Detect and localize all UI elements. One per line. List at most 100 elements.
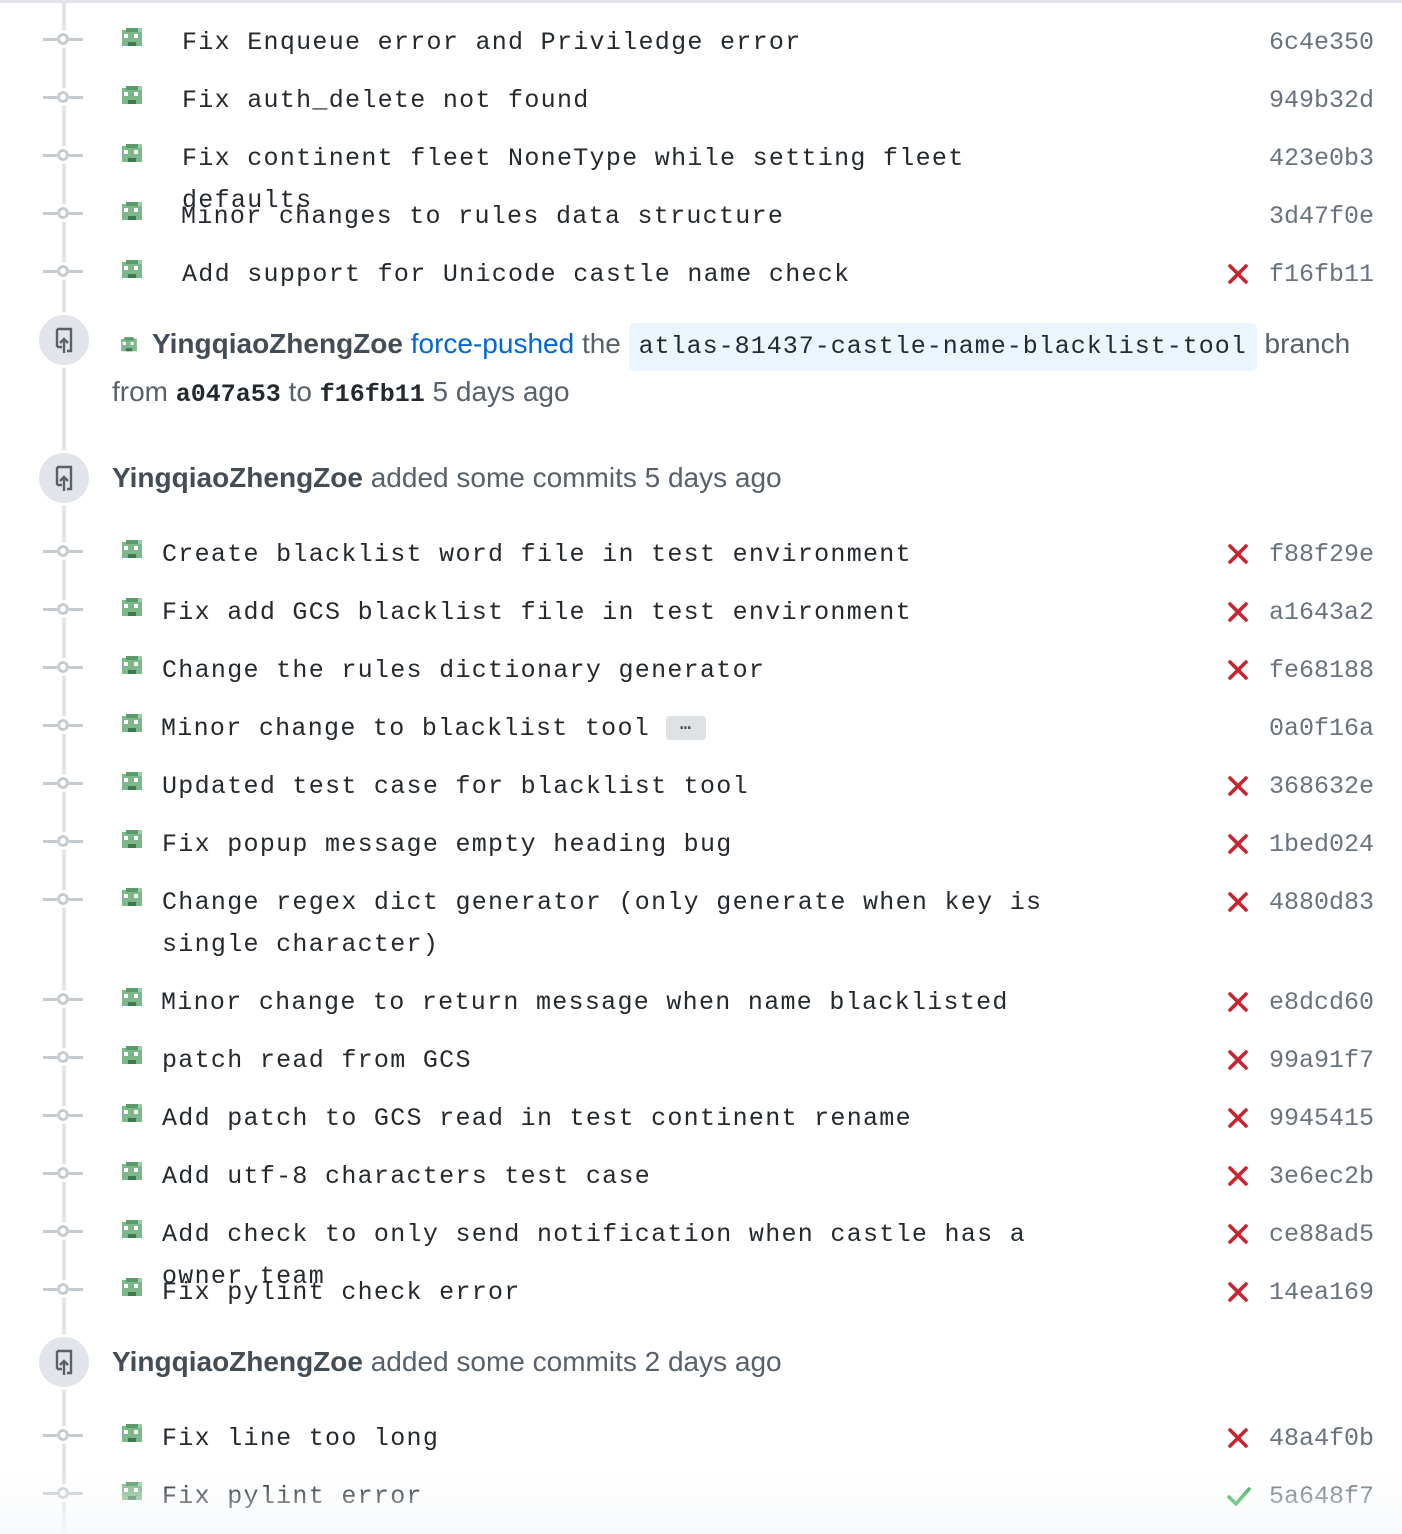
commit-sha-link[interactable]: 4880d83 — [1269, 882, 1374, 924]
commit-sha-link[interactable]: ce88ad5 — [1269, 1214, 1374, 1256]
pixel-avatar-icon[interactable] — [118, 1420, 146, 1448]
commit-sha-link[interactable]: 1bed024 — [1269, 824, 1374, 866]
force-push-avatar[interactable] — [118, 334, 140, 356]
pixel-avatar-icon[interactable] — [118, 1100, 146, 1128]
branch-name[interactable]: atlas-81437-castle-name-blacklist-tool — [628, 323, 1257, 371]
x-icon[interactable] — [1226, 1106, 1252, 1132]
commit-message-link[interactable]: Fix pylint check error — [162, 1278, 521, 1307]
commit-sha-link[interactable]: f16fb11 — [1269, 254, 1374, 296]
commit-sha-link[interactable]: 14ea169 — [1269, 1272, 1374, 1314]
commit-message-link[interactable]: Minor changes to rules data structure — [181, 202, 784, 231]
pixel-avatar-icon[interactable] — [118, 256, 146, 284]
pixel-avatar-icon[interactable] — [118, 1042, 146, 1070]
pixel-avatar-icon[interactable] — [118, 1216, 146, 1244]
commit-sha-link[interactable]: 48a4f0b — [1269, 1418, 1374, 1460]
from-sha-link[interactable]: a047a53 — [176, 380, 281, 409]
commit-message-container: Fix add GCS blacklist file in test envir… — [162, 592, 1102, 634]
check-icon[interactable] — [1226, 1484, 1252, 1510]
x-icon[interactable] — [1226, 774, 1252, 800]
x-icon[interactable] — [1226, 1426, 1252, 1452]
force-push-time[interactable]: 5 days ago — [433, 376, 570, 407]
to-sha-link[interactable]: f16fb11 — [320, 380, 425, 409]
expand-ellipsis-button[interactable]: … — [666, 716, 707, 741]
commit-row: Change the rules dictionary generator fe6… — [0, 638, 1402, 694]
commit-message-link[interactable]: Add patch to GCS read in test continent … — [162, 1104, 912, 1133]
force-pushed-link[interactable]: force-pushed — [411, 328, 574, 359]
commit-sha-link[interactable]: 368632e — [1269, 766, 1374, 808]
x-icon[interactable] — [1226, 1280, 1252, 1306]
pixel-avatar-icon[interactable] — [118, 1274, 146, 1302]
commit-message-link[interactable]: Fix pylint error — [162, 1482, 423, 1511]
commit-sha-link[interactable]: 0a0f16a — [1269, 708, 1374, 750]
commit-sha-link[interactable]: e8dcd60 — [1269, 982, 1374, 1024]
commit-node-icon — [43, 990, 83, 1008]
to-word: to — [288, 376, 312, 407]
x-icon[interactable] — [1226, 890, 1252, 916]
pixel-avatar-icon[interactable] — [118, 652, 146, 680]
commit-message-container: Add support for Unicode castle name chec… — [182, 254, 1102, 296]
commit-row: Fix pylint check error 14ea169 — [0, 1260, 1402, 1316]
commit-message-link[interactable]: Change regex dict generator (only genera… — [162, 888, 1042, 959]
commit-sha-link[interactable]: 6c4e350 — [1269, 22, 1374, 64]
commit-node-icon — [43, 1280, 83, 1298]
x-icon[interactable] — [1226, 990, 1252, 1016]
commit-message-link[interactable]: Minor change to blacklist tool — [161, 714, 650, 743]
commit-sha-link[interactable]: a1643a2 — [1269, 592, 1374, 634]
force-push-text: YingqiaoZhengZoe force-pushed the atlas-… — [152, 320, 1350, 371]
pixel-avatar-icon[interactable] — [118, 536, 146, 564]
pixel-avatar-icon[interactable] — [118, 140, 146, 168]
commit-message-link[interactable]: Minor change to return message when name… — [161, 988, 1009, 1017]
pixel-avatar-icon[interactable] — [118, 884, 146, 912]
commit-sha-link[interactable]: 3d47f0e — [1269, 196, 1374, 238]
commit-sha-link[interactable]: 423e0b3 — [1269, 138, 1374, 180]
commit-message-link[interactable]: Updated test case for blacklist tool — [162, 772, 749, 801]
commit-message-link[interactable]: Add support for Unicode castle name chec… — [182, 260, 850, 289]
commit-message-container: Create blacklist word file in test envir… — [162, 534, 1102, 576]
commit-row: Fix line too long 48a4f0b — [0, 1406, 1402, 1462]
commit-sha-link[interactable]: f88f29e — [1269, 534, 1374, 576]
commit-sha-link[interactable]: 5a648f7 — [1269, 1476, 1374, 1518]
pixel-avatar-icon[interactable] — [118, 1478, 146, 1506]
commit-sha-link[interactable]: 99a91f7 — [1269, 1040, 1374, 1082]
pixel-avatar-icon[interactable] — [118, 24, 146, 52]
pixel-avatar-icon[interactable] — [118, 198, 146, 226]
pixel-avatar-icon[interactable] — [118, 710, 146, 738]
x-icon[interactable] — [1226, 542, 1252, 568]
commit-message-container: Change regex dict generator (only genera… — [162, 882, 1102, 966]
commit-message-link[interactable]: Create blacklist word file in test envir… — [162, 540, 912, 569]
commit-message-link[interactable]: Fix add GCS blacklist file in test envir… — [162, 598, 912, 627]
commit-sha-link[interactable]: fe68188 — [1269, 650, 1374, 692]
commit-sha-link[interactable]: 9945415 — [1269, 1098, 1374, 1140]
pixel-avatar-icon[interactable] — [118, 594, 146, 622]
x-icon[interactable] — [1226, 832, 1252, 858]
commit-sha-link[interactable]: 949b32d — [1269, 80, 1374, 122]
x-icon[interactable] — [1226, 600, 1252, 626]
author-link[interactable]: YingqiaoZhengZoe — [112, 1346, 363, 1377]
commit-message-link[interactable]: Fix Enqueue error and Priviledge error — [182, 28, 802, 57]
commit-message-link[interactable]: Fix auth_delete not found — [182, 86, 590, 115]
author-link[interactable]: YingqiaoZhengZoe — [112, 462, 363, 493]
commit-sha-link[interactable]: 3e6ec2b — [1269, 1156, 1374, 1198]
commit-message-link[interactable]: patch read from GCS — [162, 1046, 472, 1075]
author-link[interactable]: YingqiaoZhengZoe — [152, 328, 403, 359]
repo-push-icon — [36, 312, 92, 368]
x-icon[interactable] — [1226, 1222, 1252, 1248]
commit-message-container: Minor changes to rules data structure — [181, 196, 1102, 238]
pixel-avatar-icon[interactable] — [118, 984, 146, 1012]
pixel-avatar-icon[interactable] — [118, 1158, 146, 1186]
commit-message-link[interactable]: Add utf-8 characters test case — [162, 1162, 651, 1191]
x-icon[interactable] — [1226, 1164, 1252, 1190]
x-icon[interactable] — [1226, 1048, 1252, 1074]
pixel-avatar-icon[interactable] — [118, 826, 146, 854]
x-icon[interactable] — [1226, 262, 1252, 288]
pixel-avatar-icon[interactable] — [118, 82, 146, 110]
commit-message-container: patch read from GCS — [162, 1040, 1102, 1082]
pixel-avatar-icon[interactable] — [118, 768, 146, 796]
commit-message-link[interactable]: Fix line too long — [162, 1424, 439, 1453]
commit-node-icon — [43, 204, 83, 222]
commit-node-icon — [43, 1164, 83, 1182]
x-icon[interactable] — [1226, 658, 1252, 684]
event-text: YingqiaoZhengZoe added some commits 2 da… — [112, 1338, 782, 1386]
commit-message-link[interactable]: Fix popup message empty heading bug — [162, 830, 733, 859]
commit-message-link[interactable]: Change the rules dictionary generator — [162, 656, 765, 685]
